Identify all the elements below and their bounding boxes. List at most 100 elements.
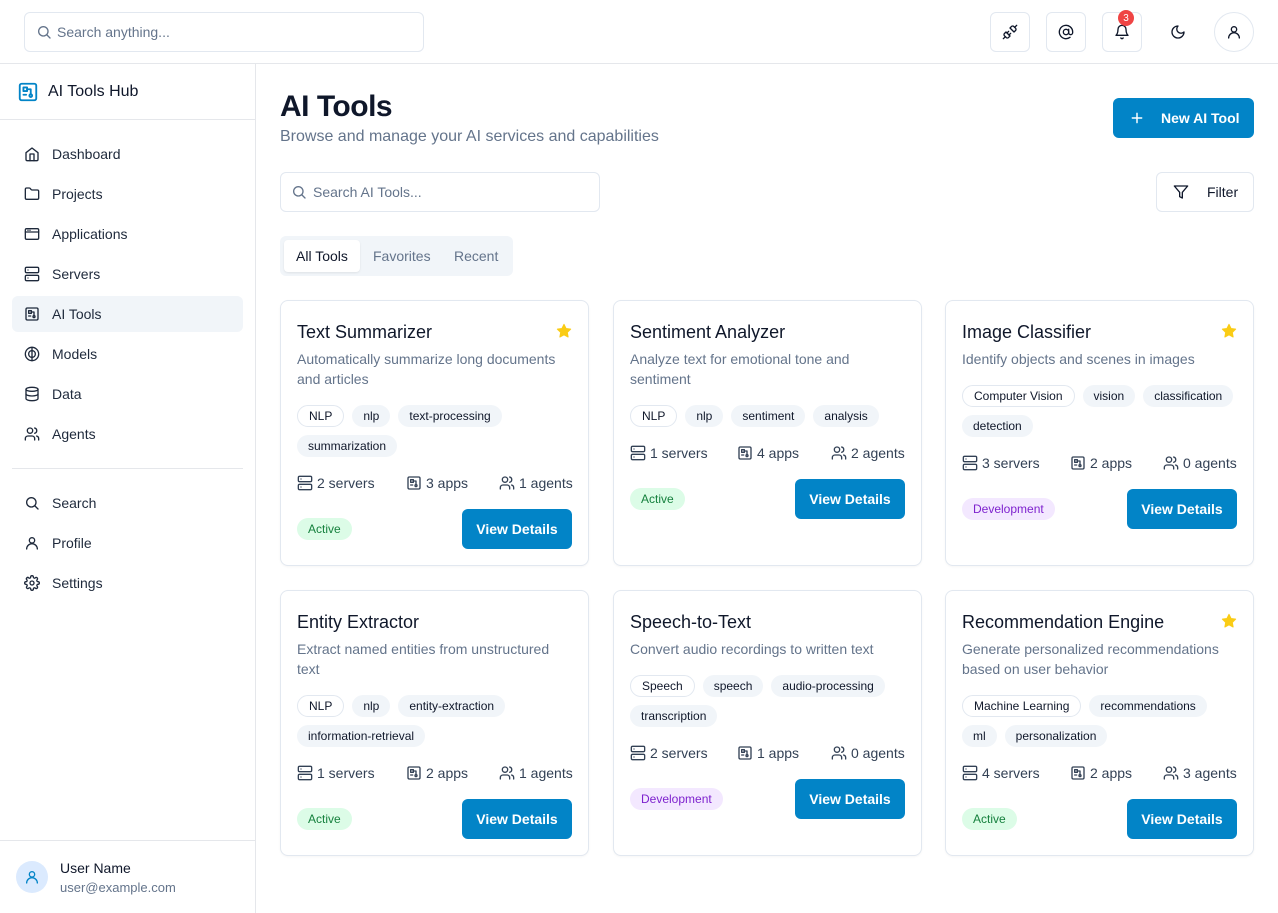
servers-stat: 2 servers <box>297 473 375 493</box>
tag: information-retrieval <box>297 725 426 747</box>
new-ai-tool-button[interactable]: New AI Tool <box>1113 98 1254 138</box>
sidebar-item-search[interactable]: Search <box>12 485 243 521</box>
app-icon <box>738 746 752 760</box>
apps-count: 3 apps <box>426 475 469 491</box>
view-details-button[interactable]: View Details <box>462 509 572 549</box>
tool-search-input[interactable] <box>313 173 593 211</box>
tag-list: NLP nlp text-processing summarization <box>297 405 582 457</box>
tab-recent[interactable]: Recent <box>442 240 510 272</box>
global-search-input[interactable] <box>57 13 417 51</box>
app-icon <box>1071 456 1085 470</box>
status-badge: Development <box>630 788 723 810</box>
plug-icon <box>1002 24 1018 40</box>
users-icon <box>831 746 847 760</box>
tool-tabs: All Tools Favorites Recent <box>280 236 513 276</box>
user-profile-card[interactable]: User Name user@example.com <box>0 840 255 913</box>
users-icon <box>1163 766 1179 780</box>
view-details-button[interactable]: View Details <box>462 799 572 839</box>
brand[interactable]: AI Tools Hub <box>0 64 255 120</box>
tab-all-tools[interactable]: All Tools <box>284 240 360 272</box>
sidebar: AI Tools Hub Dashboard Projects Applicat… <box>0 64 256 913</box>
agents-count: 3 agents <box>1183 765 1237 781</box>
search-icon <box>293 186 306 199</box>
sidebar-item-projects[interactable]: Projects <box>12 176 243 212</box>
view-details-button[interactable]: View Details <box>795 479 905 519</box>
agents-count: 1 agents <box>519 475 573 491</box>
view-details-button[interactable]: View Details <box>1127 489 1237 529</box>
notifications-button[interactable]: 3 <box>1102 10 1142 52</box>
sidebar-item-label: Models <box>52 346 98 362</box>
view-details-button[interactable]: View Details <box>795 779 905 819</box>
bell-icon <box>1115 24 1129 40</box>
users-icon <box>499 766 515 780</box>
server-icon <box>962 765 978 781</box>
star-icon[interactable] <box>1221 613 1237 629</box>
user-name: User Name <box>60 860 131 876</box>
moon-icon <box>1171 25 1185 39</box>
sidebar-item-servers[interactable]: Servers <box>12 256 243 292</box>
sidebar-item-ai-tools[interactable]: AI Tools <box>12 296 243 332</box>
servers-count: 2 servers <box>650 745 708 761</box>
ai-tools-logo-icon <box>18 82 38 102</box>
apps-count: 2 apps <box>1090 765 1133 781</box>
global-search[interactable] <box>24 12 424 52</box>
tag-list: NLP nlp sentiment analysis <box>630 405 915 427</box>
tag: recommendations <box>1089 695 1207 717</box>
category-tag: Computer Vision <box>962 385 1075 407</box>
theme-toggle-button[interactable] <box>1158 12 1198 52</box>
agents-count: 1 agents <box>519 765 573 781</box>
server-icon <box>297 475 313 491</box>
tag: nlp <box>685 405 724 427</box>
mention-button[interactable] <box>1046 12 1086 52</box>
server-icon <box>24 266 40 282</box>
sidebar-divider <box>12 468 243 469</box>
plug-button[interactable] <box>990 12 1030 52</box>
agents-count: 0 agents <box>1183 455 1237 471</box>
view-details-button[interactable]: View Details <box>1127 799 1237 839</box>
tool-description: Generate personalized recommendations ba… <box>962 641 1219 677</box>
sidebar-item-label: Data <box>52 386 82 402</box>
tool-stats: 4 servers 2 apps 3 agents <box>962 763 1238 783</box>
tag: classification <box>1143 385 1234 407</box>
sidebar-item-models[interactable]: Models <box>12 336 243 372</box>
users-icon <box>831 446 847 460</box>
agents-stat: 2 agents <box>831 443 905 463</box>
status-badge: Development <box>962 498 1055 520</box>
tool-stats: 2 servers 3 apps 1 agents <box>297 473 573 493</box>
sidebar-item-dashboard[interactable]: Dashboard <box>12 136 243 172</box>
status-badge: Active <box>630 488 685 510</box>
tag: personalization <box>1004 725 1108 747</box>
user-menu-button[interactable] <box>1214 12 1254 52</box>
agents-count: 0 agents <box>851 745 905 761</box>
app-icon <box>738 446 752 460</box>
category-tag: NLP <box>297 695 345 717</box>
at-sign-icon <box>1058 24 1074 40</box>
agents-stat: 0 agents <box>831 743 905 763</box>
sidebar-item-settings[interactable]: Settings <box>12 565 243 601</box>
star-icon[interactable] <box>556 323 572 339</box>
sidebar-item-data[interactable]: Data <box>12 376 243 412</box>
tab-favorites[interactable]: Favorites <box>361 240 443 272</box>
top-bar: 3 <box>0 0 1278 64</box>
notification-badge: 3 <box>1118 10 1134 26</box>
tool-card-image-classifier: Image Classifier Identify objects and sc… <box>945 300 1254 566</box>
tag-list: Computer Vision vision classification de… <box>962 385 1247 437</box>
cpu-tool-icon <box>25 307 39 321</box>
tag: sentiment <box>731 405 806 427</box>
apps-count: 1 apps <box>757 745 800 761</box>
sidebar-item-label: AI Tools <box>52 306 102 322</box>
category-tag: NLP <box>630 405 678 427</box>
user-icon <box>26 871 38 884</box>
tool-search[interactable] <box>280 172 600 212</box>
star-icon[interactable] <box>1221 323 1237 339</box>
user-icon <box>1228 26 1240 39</box>
sidebar-item-profile[interactable]: Profile <box>12 525 243 561</box>
sidebar-item-applications[interactable]: Applications <box>12 216 243 252</box>
apps-stat: 2 apps <box>1070 763 1132 783</box>
users-icon <box>24 427 40 441</box>
avatar <box>16 861 48 893</box>
servers-count: 1 servers <box>650 445 708 461</box>
filter-button[interactable]: Filter <box>1156 172 1254 212</box>
sidebar-item-agents[interactable]: Agents <box>12 416 243 452</box>
search-icon <box>38 26 51 39</box>
